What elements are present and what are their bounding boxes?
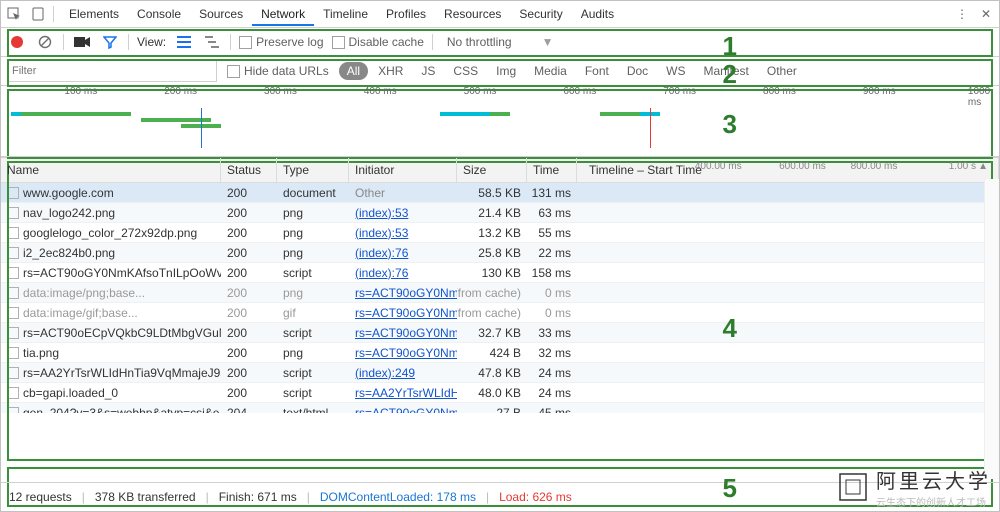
kebab-icon[interactable]: ⋮ [953, 5, 971, 23]
scrollbar[interactable] [984, 179, 999, 479]
filter-type-css[interactable]: CSS [445, 62, 486, 80]
file-icon [7, 267, 19, 279]
col-type[interactable]: Type [277, 158, 349, 182]
summary-transferred: 378 KB transferred [95, 490, 196, 504]
filter-input[interactable] [7, 60, 217, 82]
filter-type-font[interactable]: Font [577, 62, 617, 80]
initiator-link[interactable]: (index):76 [355, 246, 408, 260]
request-row[interactable]: rs=AA2YrTsrWLIdHnTia9VqMmajeJ95...200scr… [1, 363, 999, 383]
initiator-link[interactable]: (index):76 [355, 266, 408, 280]
request-row[interactable]: data:image/png;base...200pngrs=ACT90oGY0… [1, 283, 999, 303]
clear-icon[interactable] [35, 32, 55, 52]
initiator-link[interactable]: rs=ACT90oGY0Nm... [355, 346, 457, 360]
request-row[interactable]: tia.png200pngrs=ACT90oGY0Nm...424 B32 ms [1, 343, 999, 363]
file-icon [7, 247, 19, 259]
file-icon [7, 287, 19, 299]
summary-load: Load: 626 ms [499, 490, 572, 504]
filter-type-other[interactable]: Other [759, 62, 805, 80]
disable-cache-checkbox[interactable]: Disable cache [332, 35, 424, 49]
filter-type-doc[interactable]: Doc [619, 62, 656, 80]
filter-type-all[interactable]: All [339, 62, 368, 80]
summary-requests: 12 requests [9, 490, 72, 504]
file-icon [7, 387, 19, 399]
col-time[interactable]: Time [527, 158, 577, 182]
hide-data-urls-checkbox[interactable]: Hide data URLs [227, 64, 329, 78]
filter-bar: Hide data URLs AllXHRJSCSSImgMediaFontDo… [1, 57, 999, 86]
tab-sources[interactable]: Sources [190, 3, 252, 25]
record-button[interactable] [7, 32, 27, 52]
request-row[interactable]: www.google.com200documentOther58.5 KB131… [1, 183, 999, 203]
file-icon [7, 307, 19, 319]
file-icon [7, 187, 19, 199]
tab-elements[interactable]: Elements [60, 3, 128, 25]
devtools-tabs: ElementsConsoleSourcesNetworkTimelinePro… [1, 1, 999, 28]
preserve-log-checkbox[interactable]: Preserve log [239, 35, 323, 49]
initiator-link[interactable]: rs=ACT90oGY0Nm... [355, 406, 457, 414]
filter-type-ws[interactable]: WS [658, 62, 693, 80]
file-icon [7, 367, 19, 379]
initiator-link[interactable]: (index):53 [355, 226, 408, 240]
network-toolbar: View: Preserve log Disable cache No thro… [1, 28, 999, 57]
watermark: 阿里云大学云生态下的创新人才工场 [838, 465, 991, 509]
request-row[interactable]: nav_logo242.png200png(index):5321.4 KB63… [1, 203, 999, 223]
view-label: View: [137, 35, 166, 49]
request-row[interactable]: rs=ACT90oGY0NmKAfsoTnILpOoWvB...200scrip… [1, 263, 999, 283]
overview-timeline[interactable]: 100 ms200 ms300 ms400 ms500 ms600 ms700 … [1, 86, 999, 157]
table-header: Name Status Type Initiator Size Time Tim… [1, 157, 999, 183]
tab-console[interactable]: Console [128, 3, 190, 25]
initiator-link[interactable]: (index):249 [355, 366, 415, 380]
view-waterfall-icon[interactable] [202, 32, 222, 52]
label-4: 4 [723, 313, 737, 344]
initiator-link[interactable]: rs=AA2YrTsrWLIdH... [355, 386, 457, 400]
request-table: www.google.com200documentOther58.5 KB131… [1, 183, 999, 413]
view-list-icon[interactable] [174, 32, 194, 52]
file-icon [7, 347, 19, 359]
request-row[interactable]: cb=gapi.loaded_0200scriptrs=AA2YrTsrWLId… [1, 383, 999, 403]
filter-type-xhr[interactable]: XHR [370, 62, 411, 80]
tab-timeline[interactable]: Timeline [314, 3, 377, 25]
tab-network[interactable]: Network [252, 3, 314, 25]
inspect-icon[interactable] [5, 5, 23, 23]
file-icon [7, 327, 19, 339]
col-initiator[interactable]: Initiator [349, 158, 457, 182]
tab-audits[interactable]: Audits [572, 3, 623, 25]
request-row[interactable]: data:image/gif;base...200gifrs=ACT90oGY0… [1, 303, 999, 323]
summary-dcl: DOMContentLoaded: 178 ms [320, 490, 476, 504]
summary-finish: Finish: 671 ms [219, 490, 297, 504]
filter-type-js[interactable]: JS [413, 62, 443, 80]
request-row[interactable]: googlelogo_color_272x92dp.png200png(inde… [1, 223, 999, 243]
label-1: 1 [723, 31, 737, 62]
request-row[interactable]: rs=ACT90oECpVQkbC9LDtMbgVGuN...200script… [1, 323, 999, 343]
initiator-link[interactable]: rs=ACT90oGY0Nm... [355, 306, 457, 320]
label-5: 5 [723, 473, 737, 504]
file-icon [7, 407, 19, 414]
col-status[interactable]: Status [221, 158, 277, 182]
col-size[interactable]: Size [457, 158, 527, 182]
filter-type-img[interactable]: Img [488, 62, 524, 80]
filter-icon[interactable] [100, 32, 120, 52]
devtools-window: 1 2 3 4 5 ElementsConsoleSourcesNetworkT… [0, 0, 1000, 512]
file-icon [7, 207, 19, 219]
tab-security[interactable]: Security [510, 3, 571, 25]
summary-bar: 12 requests| 378 KB transferred| Finish:… [1, 482, 999, 511]
tab-resources[interactable]: Resources [435, 3, 510, 25]
label-3: 3 [723, 109, 737, 140]
initiator-link[interactable]: (index):53 [355, 206, 408, 220]
initiator-link[interactable]: rs=ACT90oGY0Nm... [355, 286, 457, 300]
request-row[interactable]: gen_204?v=3&s=webhp&atyp=csi&e...204text… [1, 403, 999, 413]
close-icon[interactable]: ✕ [977, 5, 995, 23]
initiator-link[interactable]: rs=ACT90oGY0Nm... [355, 326, 457, 340]
col-timeline[interactable]: Timeline – Start Time 400.00 ms 600.00 m… [577, 158, 999, 182]
label-2: 2 [723, 59, 737, 90]
device-icon[interactable] [29, 5, 47, 23]
camera-icon[interactable] [72, 32, 92, 52]
col-name[interactable]: Name [1, 158, 221, 182]
tab-profiles[interactable]: Profiles [377, 3, 435, 25]
filter-type-media[interactable]: Media [526, 62, 575, 80]
request-row[interactable]: i2_2ec824b0.png200png(index):7625.8 KB22… [1, 243, 999, 263]
throttling-select[interactable]: No throttling▼ [441, 33, 560, 51]
file-icon [7, 227, 19, 239]
